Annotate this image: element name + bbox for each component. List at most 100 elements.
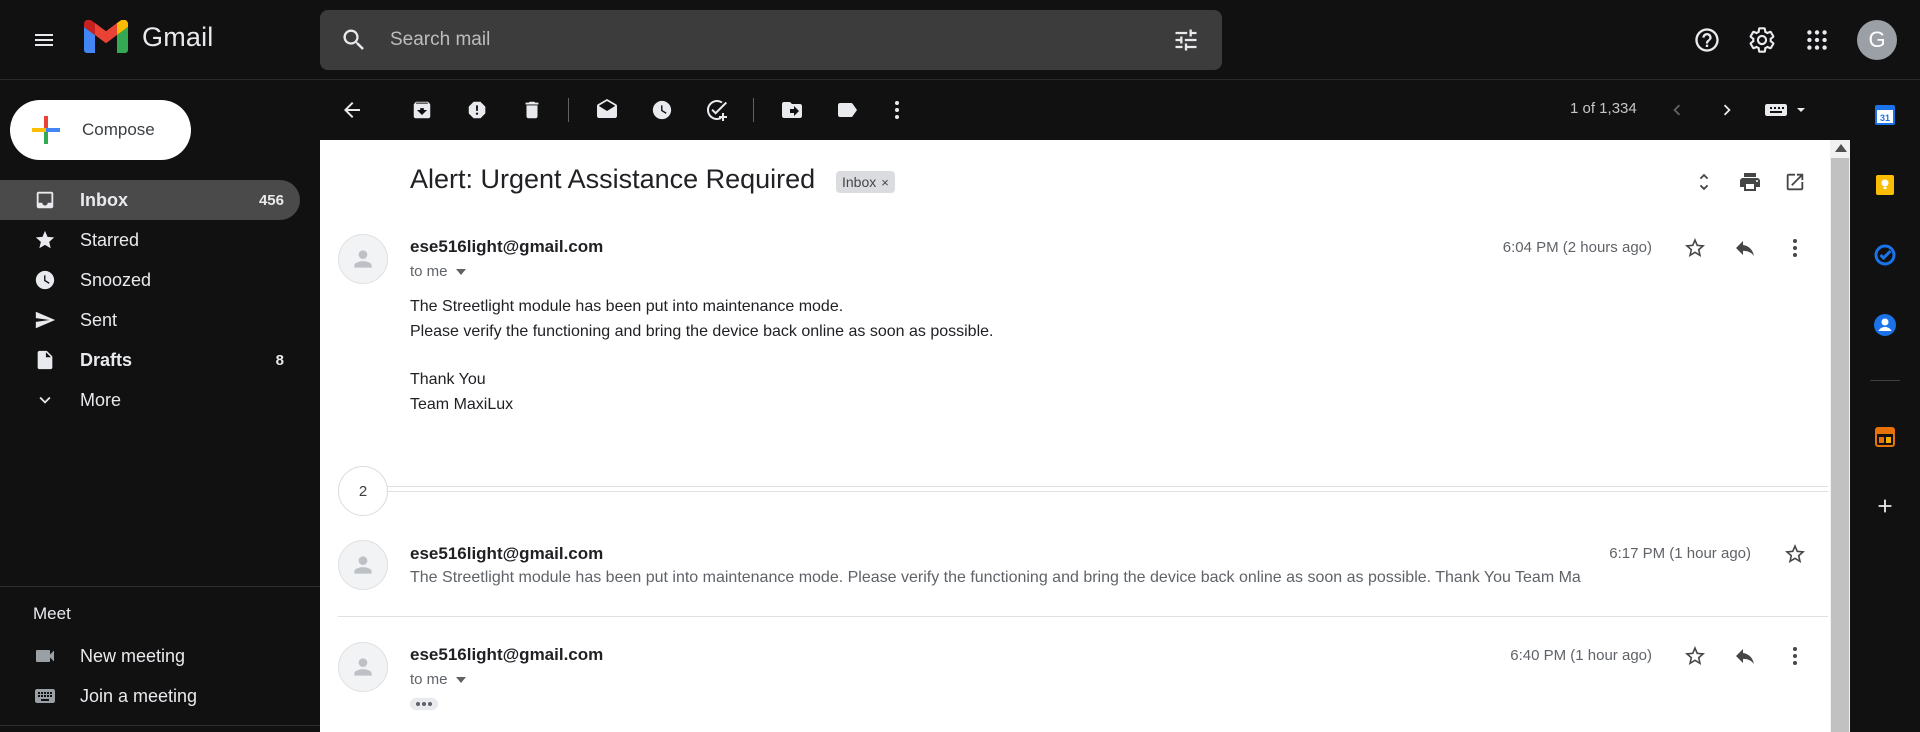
meet-section-title: Meet	[33, 604, 71, 623]
report-icon	[468, 101, 486, 119]
main-menu-button[interactable]	[26, 22, 62, 58]
more-vert-icon	[895, 101, 899, 119]
message-snippet[interactable]: The Streetlight module has been put into…	[410, 569, 1650, 587]
archive-button[interactable]	[410, 98, 434, 122]
mark-unread-button[interactable]	[595, 98, 619, 122]
recipient-toggle[interactable]: to me	[410, 263, 466, 280]
inbox-icon	[33, 188, 57, 212]
back-button[interactable]	[340, 98, 364, 122]
recipient-text: to me	[410, 263, 448, 280]
addon-app-button[interactable]	[1873, 425, 1897, 449]
sidebar-item-drafts[interactable]: Drafts 8	[0, 340, 300, 380]
snooze-button[interactable]	[650, 98, 674, 122]
reply-icon	[1736, 241, 1754, 256]
chevron-left-icon	[1673, 104, 1681, 116]
sender-avatar[interactable]	[338, 540, 388, 590]
video-icon	[33, 644, 57, 668]
sidebar-item-inbox[interactable]: Inbox 456	[0, 180, 300, 220]
older-button[interactable]	[1715, 98, 1739, 122]
apps-button[interactable]	[1799, 22, 1835, 58]
search-input[interactable]	[390, 24, 1150, 56]
tasks-app-button[interactable]	[1873, 243, 1897, 267]
scrollbar-thumb[interactable]	[1831, 158, 1849, 732]
collapsed-messages-button[interactable]: 2	[338, 466, 388, 516]
input-tools-button[interactable]	[1762, 98, 1810, 122]
move-folder-icon	[782, 102, 802, 118]
sender-avatar[interactable]	[338, 642, 388, 692]
labels-button[interactable]	[835, 98, 859, 122]
chevron-right-icon	[1723, 104, 1731, 116]
print-button[interactable]	[1738, 170, 1762, 194]
remove-label-icon[interactable]: ×	[881, 175, 889, 190]
trash-icon	[525, 101, 539, 119]
search-options-icon[interactable]	[1172, 26, 1200, 54]
contacts-app-button[interactable]	[1873, 313, 1897, 337]
scroll-up-arrow-icon[interactable]	[1835, 144, 1847, 152]
caret-down-icon	[455, 676, 466, 683]
new-meeting-item[interactable]: New meeting	[0, 636, 300, 676]
compose-button[interactable]: Compose	[10, 100, 191, 160]
top-header: Gmail G	[0, 0, 1920, 80]
join-meeting-item[interactable]: Join a meeting	[0, 676, 300, 716]
clock-icon	[652, 100, 672, 120]
sidebar-item-sent[interactable]: Sent	[0, 300, 300, 340]
sender-name[interactable]: ese516light@gmail.com	[410, 645, 603, 665]
contacts-icon	[1874, 314, 1896, 336]
recipient-text: to me	[410, 671, 448, 688]
open-new-window-button[interactable]	[1783, 170, 1807, 194]
app-name: Gmail	[142, 21, 214, 52]
open-in-new-icon	[1786, 173, 1804, 191]
more-actions-button[interactable]	[885, 98, 909, 122]
pagination-text: 1 of 1,334	[1570, 100, 1637, 117]
support-button[interactable]	[1689, 22, 1725, 58]
calendar-app-button[interactable]: 31	[1873, 103, 1897, 127]
account-avatar[interactable]: G	[1857, 20, 1897, 60]
reply-button[interactable]	[1733, 644, 1757, 668]
recipient-toggle[interactable]: to me	[410, 671, 466, 688]
addon-icon	[1875, 427, 1895, 447]
sidebar-item-label: More	[80, 389, 122, 410]
star-button[interactable]	[1683, 644, 1707, 668]
search-bar[interactable]	[320, 10, 1222, 70]
star-outline-icon	[1785, 544, 1805, 563]
message-more-button[interactable]	[1783, 644, 1807, 668]
move-to-button[interactable]	[780, 98, 804, 122]
sidebar-item-snoozed[interactable]: Snoozed	[0, 260, 300, 300]
calendar-icon: 31	[1875, 105, 1895, 125]
toolbar-divider	[568, 98, 569, 122]
reply-button[interactable]	[1733, 236, 1757, 260]
star-button[interactable]	[1683, 236, 1707, 260]
toolbar-divider	[753, 98, 754, 122]
star-button[interactable]	[1783, 542, 1807, 566]
settings-button[interactable]	[1744, 22, 1780, 58]
message-more-button[interactable]	[1783, 236, 1807, 260]
sidebar-item-starred[interactable]: Starred	[0, 220, 300, 260]
star-icon	[33, 228, 57, 252]
delete-button[interactable]	[520, 98, 544, 122]
drafts-count: 8	[275, 351, 284, 369]
sender-name[interactable]: ese516light@gmail.com	[410, 237, 603, 257]
join-meeting-label: Join a meeting	[80, 686, 198, 706]
gmail-logo[interactable]: Gmail	[84, 20, 214, 54]
sender-name[interactable]: ese516light@gmail.com	[410, 544, 603, 564]
collapsed-divider	[338, 486, 1828, 487]
reply-icon	[1736, 649, 1754, 664]
message-toolbar: 1 of 1,334	[320, 80, 1850, 140]
search-icon[interactable]	[340, 26, 368, 54]
tasks-icon	[1874, 244, 1896, 266]
expand-all-button[interactable]	[1692, 170, 1716, 194]
message-time: 6:17 PM (1 hour ago)	[1609, 545, 1751, 562]
side-panel-divider	[1870, 380, 1900, 381]
sender-avatar[interactable]	[338, 234, 388, 284]
show-trimmed-content-button[interactable]	[410, 698, 438, 710]
newer-button[interactable]	[1665, 98, 1689, 122]
get-addons-button[interactable]	[1873, 494, 1897, 518]
gmail-m-icon	[84, 20, 128, 53]
report-spam-button[interactable]	[465, 98, 489, 122]
keep-app-button[interactable]	[1873, 173, 1897, 197]
sidebar-item-more[interactable]: More	[0, 380, 300, 420]
help-icon	[1695, 28, 1719, 52]
star-outline-icon	[1685, 646, 1705, 665]
add-to-tasks-button[interactable]	[705, 98, 729, 122]
divider	[0, 586, 320, 587]
